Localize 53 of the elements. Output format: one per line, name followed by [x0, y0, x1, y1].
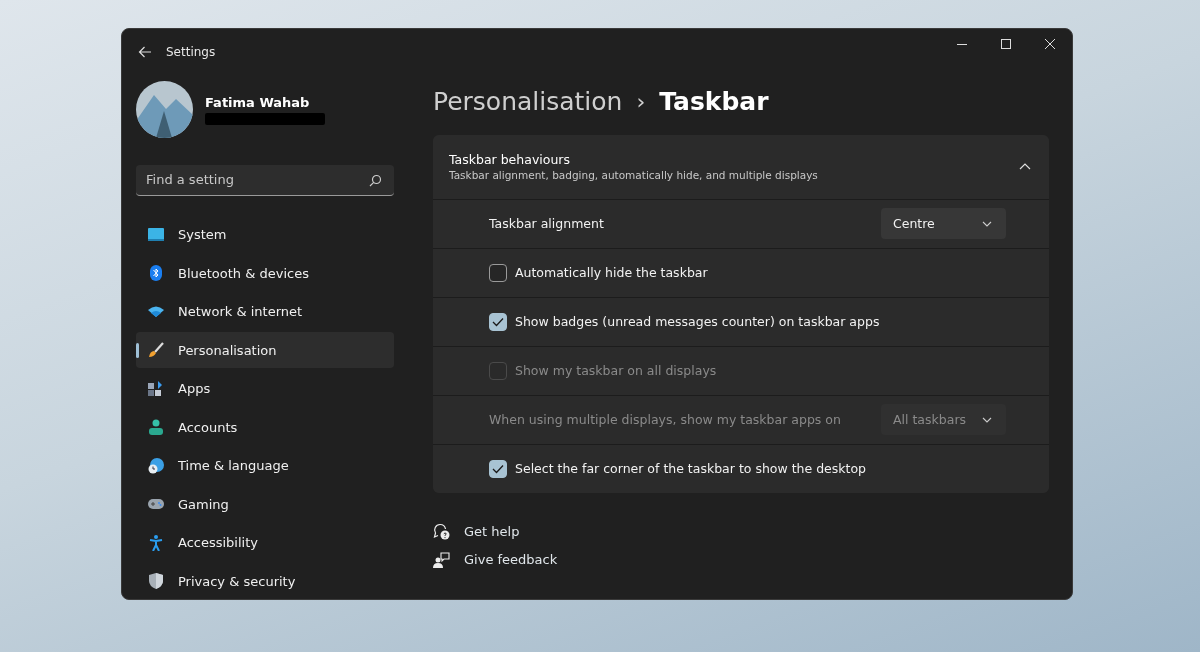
search-field[interactable]: Find a setting — [136, 164, 394, 196]
sidebar-item[interactable]: Accounts — [136, 409, 394, 445]
apps-icon — [147, 380, 165, 397]
window-title: Settings — [166, 44, 216, 59]
breadcrumb-link[interactable]: Personalisation — [433, 87, 623, 116]
gamepad-icon — [147, 498, 165, 510]
section-header[interactable]: Taskbar behaviours Taskbar alignment, badging, automatically hide, and multiple displays — [433, 134, 1049, 199]
section-description: Taskbar alignment, badging, automatically hide, and multiple displays — [449, 169, 818, 181]
feedback-icon — [433, 551, 450, 568]
search-icon — [369, 173, 382, 187]
setting-label: Taskbar alignment — [489, 216, 605, 231]
bluetooth-icon — [147, 265, 165, 281]
checkbox-label: Select the far corner of the taskbar to show the desktop — [515, 461, 868, 476]
checkbox-label: Show badges (unread messages counter) on taskbar apps — [515, 314, 881, 329]
maximize-icon — [1001, 39, 1011, 49]
avatar-picture — [136, 81, 193, 138]
user-name: Fatima Wahab — [205, 94, 311, 110]
monitor-icon — [147, 227, 165, 242]
caret-icon — [982, 220, 992, 227]
back-arrow-icon — [138, 45, 152, 58]
checkbox[interactable] — [489, 312, 507, 331]
caret-icon — [982, 416, 992, 423]
setting-label: When using multiple displays, show my taskbar apps on — [489, 412, 842, 427]
sidebar-item[interactable]: System — [136, 216, 394, 253]
checkbox[interactable] — [489, 459, 507, 478]
sidebar-item[interactable]: Gaming — [136, 486, 394, 522]
sidebar-item[interactable]: Apps — [136, 370, 394, 407]
checkbox[interactable] — [489, 263, 507, 282]
dropdown[interactable]: Centre — [881, 208, 1006, 239]
checkbox-label: Show my taskbar on all displays — [515, 363, 718, 378]
selection-indicator — [136, 343, 139, 358]
help-icon — [433, 522, 450, 540]
checkbox-label: Automatically hide the taskbar — [515, 265, 709, 280]
sidebar-item[interactable]: Network & internet — [136, 293, 394, 330]
globe-clock-icon — [147, 457, 165, 474]
sidebar-item[interactable]: Bluetooth & devices — [136, 255, 394, 291]
sidebar-item[interactable]: Time & language — [136, 447, 394, 484]
breadcrumb-separator: › — [636, 89, 646, 114]
link[interactable]: Get help — [464, 523, 520, 539]
page-title: Taskbar — [659, 87, 769, 116]
close-icon — [1045, 39, 1055, 49]
checkmark-icon — [492, 316, 504, 327]
sidebar-item[interactable]: Privacy & security — [136, 563, 394, 599]
sidebar-item[interactable]: Accessibility — [136, 524, 394, 561]
shield-icon — [147, 573, 165, 589]
person-icon — [147, 419, 165, 435]
paintbrush-icon — [147, 342, 165, 358]
section-title: Taskbar behaviours — [449, 152, 571, 167]
sidebar-item[interactable]: Personalisation — [136, 332, 394, 368]
accessibility-icon — [147, 534, 165, 551]
checkmark-icon — [492, 463, 504, 474]
link[interactable]: Give feedback — [464, 552, 558, 567]
wifi-icon — [147, 306, 165, 317]
